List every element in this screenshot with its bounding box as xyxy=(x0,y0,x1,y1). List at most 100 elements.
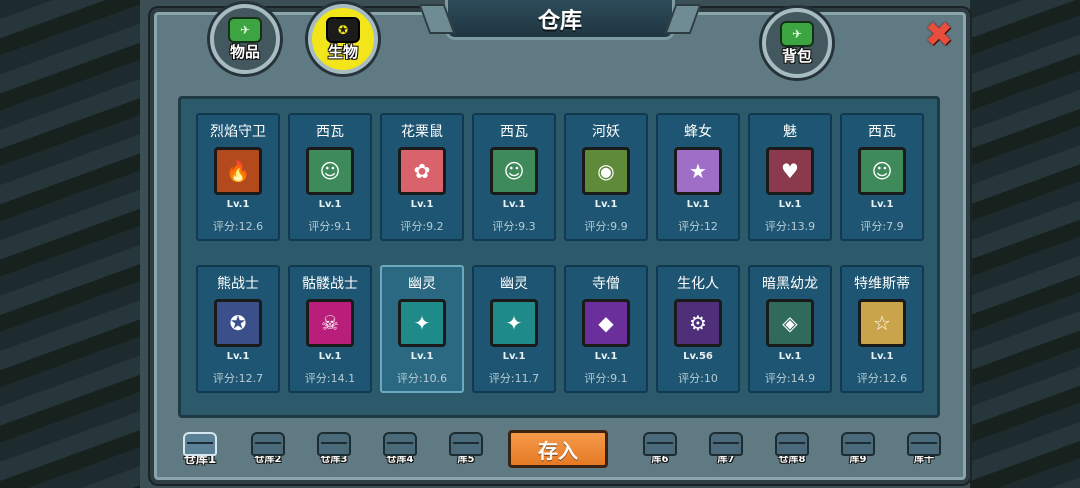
creature-grid: 烈焰守卫 🔥 Lv.1 评分:12.6 西瓦 ☺ Lv.1 评分:9.1 花栗鼠 ✿ Lv.1 评分:… xyxy=(178,96,940,418)
creature-score: 评分:14.9 xyxy=(764,372,816,385)
creature-portrait-icon: ◆ xyxy=(582,299,630,347)
creature-card[interactable]: 魅 ♥ Lv.1 评分:13.9 xyxy=(748,113,832,241)
creature-card[interactable]: 西瓦 ☺ Lv.1 评分:9.1 xyxy=(288,113,372,241)
chest-icon xyxy=(709,432,743,456)
creature-portrait-icon: ★ xyxy=(674,147,722,195)
creature-icon: ✪ xyxy=(326,16,360,43)
creature-level: Lv.1 xyxy=(318,199,342,210)
deposit-button[interactable]: 存入 xyxy=(508,430,608,468)
creature-portrait-icon: ⚙ xyxy=(674,299,722,347)
creature-score: 评分:10.6 xyxy=(396,372,448,385)
creature-level: Lv.1 xyxy=(410,199,434,210)
creature-portrait-icon: ✪ xyxy=(214,299,262,347)
tab-creatures-label: 生物 xyxy=(327,42,358,61)
creature-level: Lv.1 xyxy=(686,199,710,210)
storage-tab[interactable]: 仓库1 xyxy=(170,432,230,472)
storage-tab[interactable]: 库5 xyxy=(436,432,496,472)
cannon-icon: ✈ xyxy=(228,16,262,43)
creature-score: 评分:10 xyxy=(678,372,718,385)
creature-card[interactable]: 西瓦 ☺ Lv.1 评分:7.9 xyxy=(840,113,924,241)
tab-creatures[interactable]: ✪ 生物 xyxy=(308,4,378,74)
creature-portrait-icon: ☠ xyxy=(306,299,354,347)
background-right xyxy=(970,0,1080,488)
creature-portrait-icon: ◈ xyxy=(766,299,814,347)
chest-icon xyxy=(183,432,217,456)
chest-icon xyxy=(317,432,351,456)
creature-level: Lv.1 xyxy=(870,351,894,362)
creature-score: 评分:11.7 xyxy=(488,372,540,385)
tab-items-label: 物品 xyxy=(229,42,260,61)
cannon-icon: ✈ xyxy=(780,20,814,47)
chest-icon xyxy=(907,432,941,456)
creature-card[interactable]: 特维斯蒂 ☆ Lv.1 评分:12.6 xyxy=(840,265,924,393)
creature-score: 评分:12.6 xyxy=(856,372,908,385)
creature-score: 评分:9.2 xyxy=(400,220,444,233)
backpack-button[interactable]: ✈ 背包 xyxy=(762,8,832,78)
creature-card[interactable]: 幽灵 ✦ Lv.1 评分:10.6 xyxy=(380,265,464,393)
creature-portrait-icon: ☺ xyxy=(858,147,906,195)
creature-card[interactable]: 骷髅战士 ☠ Lv.1 评分:14.1 xyxy=(288,265,372,393)
chest-icon xyxy=(383,432,417,456)
window-title: 仓库 xyxy=(445,0,675,40)
creature-score: 评分:12 xyxy=(678,220,718,233)
chest-icon xyxy=(841,432,875,456)
tab-items[interactable]: ✈ 物品 xyxy=(210,4,280,74)
creature-name: 河妖 xyxy=(592,124,620,140)
creature-score: 评分:12.7 xyxy=(212,372,264,385)
storage-tab[interactable]: 仓库4 xyxy=(370,432,430,472)
creature-name: 熊战士 xyxy=(217,276,259,292)
creature-name: 花栗鼠 xyxy=(401,124,443,140)
creature-card[interactable]: 河妖 ◉ Lv.1 评分:9.9 xyxy=(564,113,648,241)
creature-card[interactable]: 烈焰守卫 🔥 Lv.1 评分:12.6 xyxy=(196,113,280,241)
creature-level: Lv.1 xyxy=(778,199,802,210)
creature-name: 暗黑幼龙 xyxy=(762,276,818,292)
creature-name: 西瓦 xyxy=(316,124,344,140)
creature-card[interactable]: 西瓦 ☺ Lv.1 评分:9.3 xyxy=(472,113,556,241)
creature-name: 西瓦 xyxy=(868,124,896,140)
creature-level: Lv.1 xyxy=(318,351,342,362)
chest-icon xyxy=(643,432,677,456)
creature-card[interactable]: 暗黑幼龙 ◈ Lv.1 评分:14.9 xyxy=(748,265,832,393)
storage-tab[interactable]: 仓库3 xyxy=(304,432,364,472)
creature-card[interactable]: 熊战士 ✪ Lv.1 评分:12.7 xyxy=(196,265,280,393)
storage-tab[interactable]: 库7 xyxy=(696,432,756,472)
creature-portrait-icon: ♥ xyxy=(766,147,814,195)
creature-level: Lv.1 xyxy=(502,199,526,210)
creature-name: 魅 xyxy=(783,124,797,140)
storage-tab[interactable]: 库6 xyxy=(630,432,690,472)
creature-card[interactable]: 蜂女 ★ Lv.1 评分:12 xyxy=(656,113,740,241)
creature-portrait-icon: ✿ xyxy=(398,147,446,195)
creature-level: Lv.56 xyxy=(683,351,713,362)
creature-level: Lv.1 xyxy=(594,351,618,362)
creature-name: 烈焰守卫 xyxy=(210,124,266,140)
storage-tab[interactable]: 仓库2 xyxy=(238,432,298,472)
creature-name: 幽灵 xyxy=(500,276,528,292)
storage-bar: 存入 仓库1 仓库2 仓库3 仓库4 库5 库6 库7 仓库8 库9 库十 xyxy=(160,428,960,484)
creature-name: 生化人 xyxy=(677,276,719,292)
creature-portrait-icon: ☺ xyxy=(490,147,538,195)
storage-tab[interactable]: 库9 xyxy=(828,432,888,472)
storage-tab[interactable]: 库十 xyxy=(894,432,954,472)
creature-level: Lv.1 xyxy=(778,351,802,362)
creature-portrait-icon: ☺ xyxy=(306,147,354,195)
creature-card[interactable]: 花栗鼠 ✿ Lv.1 评分:9.2 xyxy=(380,113,464,241)
creature-score: 评分:7.9 xyxy=(860,220,904,233)
creature-card[interactable]: 生化人 ⚙ Lv.56 评分:10 xyxy=(656,265,740,393)
creature-name: 特维斯蒂 xyxy=(854,276,910,292)
chest-icon xyxy=(449,432,483,456)
creature-level: Lv.1 xyxy=(410,351,434,362)
creature-level: Lv.1 xyxy=(226,351,250,362)
creature-score: 评分:9.1 xyxy=(584,372,628,385)
creature-score: 评分:14.1 xyxy=(304,372,356,385)
chest-icon xyxy=(775,432,809,456)
creature-level: Lv.1 xyxy=(870,199,894,210)
creature-score: 评分:13.9 xyxy=(764,220,816,233)
creature-portrait-icon: 🔥 xyxy=(214,147,262,195)
chest-icon xyxy=(251,432,285,456)
creature-card[interactable]: 寺僧 ◆ Lv.1 评分:9.1 xyxy=(564,265,648,393)
close-icon[interactable]: ✖ xyxy=(922,18,956,52)
creature-level: Lv.1 xyxy=(594,199,618,210)
storage-tab[interactable]: 仓库8 xyxy=(762,432,822,472)
creature-card[interactable]: 幽灵 ✦ Lv.1 评分:11.7 xyxy=(472,265,556,393)
creature-name: 骷髅战士 xyxy=(302,276,358,292)
